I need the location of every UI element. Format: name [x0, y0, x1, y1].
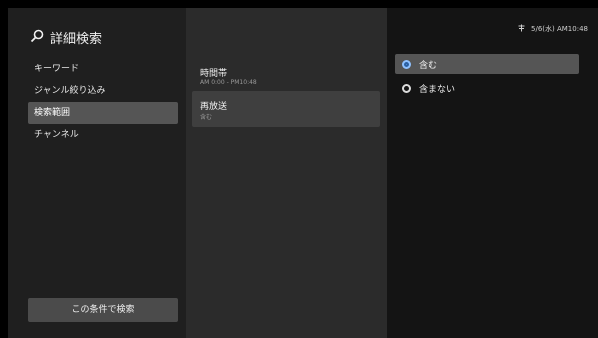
time-range-item[interactable]: 時間帯 AM 0:00 - PM10:48 [192, 58, 380, 94]
datetime-text: 5/6(水) AM10:48 [531, 25, 588, 33]
option-exclude-label: 含まない [419, 84, 456, 95]
time-range-label: 時間帯 [200, 69, 228, 79]
filter-menu: キーワード ジャンル絞り込み 検索範囲 チャンネル [28, 58, 178, 146]
option-exclude[interactable]: 含まない [395, 78, 579, 98]
signal-icon [518, 24, 525, 34]
menu-item-keyword[interactable]: キーワード [28, 58, 178, 80]
left-panel: 詳細検索 キーワード ジャンル絞り込み 検索範囲 チャンネル この条件で検索 [8, 8, 186, 338]
page-title-text: 詳細検索 [50, 32, 103, 47]
search-with-conditions-button[interactable]: この条件で検索 [28, 298, 178, 322]
middle-panel: 時間帯 AM 0:00 - PM10:48 再放送 含む [186, 8, 387, 338]
rebroadcast-item[interactable]: 再放送 含む [192, 91, 380, 127]
menu-item-genre[interactable]: ジャンル絞り込み [28, 80, 178, 102]
menu-item-search-range[interactable]: 検索範囲 [28, 102, 178, 124]
rebroadcast-value: 含む [200, 114, 213, 121]
page-title: 詳細検索 [30, 28, 102, 47]
option-include-label: 含む [419, 60, 438, 71]
option-include[interactable]: 含む [395, 54, 579, 74]
time-range-value: AM 0:00 - PM10:48 [200, 79, 257, 86]
right-panel: 5/6(水) AM10:48 含む 含まない [387, 8, 598, 338]
status-bar: 5/6(水) AM10:48 [518, 24, 588, 34]
radio-unselected-icon [402, 83, 411, 93]
rebroadcast-label: 再放送 [200, 102, 228, 112]
radio-selected-icon [402, 59, 411, 69]
menu-item-channel[interactable]: チャンネル [28, 124, 178, 146]
search-icon [30, 29, 44, 47]
app-window: 詳細検索 キーワード ジャンル絞り込み 検索範囲 チャンネル この条件で検索 時… [8, 8, 598, 338]
